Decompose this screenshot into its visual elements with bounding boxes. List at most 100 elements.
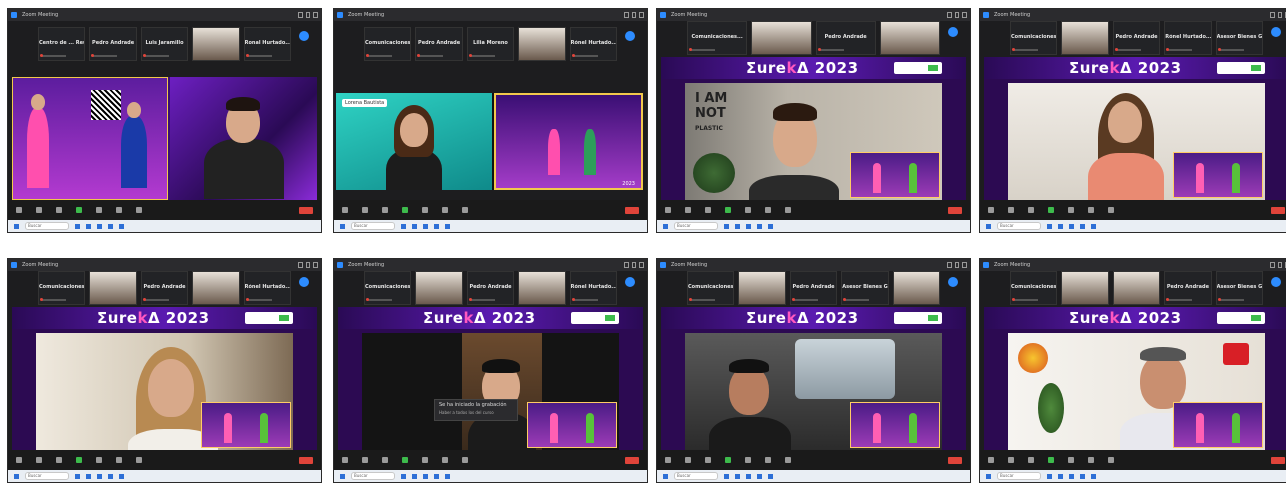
share-screen-icon[interactable] bbox=[1048, 207, 1054, 213]
end-meeting-button[interactable] bbox=[625, 206, 639, 214]
participant-video-thumb[interactable] bbox=[518, 271, 566, 305]
taskbar-search[interactable]: Buscar bbox=[351, 222, 395, 230]
participant-tile[interactable]: Rónel Hurtado... bbox=[569, 27, 618, 61]
participant-tile[interactable]: Comunicaciones... bbox=[1010, 271, 1058, 305]
participants-icon[interactable] bbox=[1028, 457, 1034, 463]
apps-icon[interactable] bbox=[1108, 457, 1114, 463]
share-screen-icon[interactable] bbox=[402, 207, 408, 213]
recording-notification[interactable]: Se ha iniciado la grabación Haber a todo… bbox=[434, 399, 518, 421]
share-screen-icon[interactable] bbox=[725, 457, 731, 463]
camera-icon[interactable] bbox=[362, 207, 368, 213]
taskbar-search[interactable]: Buscar bbox=[674, 472, 718, 480]
window-controls[interactable] bbox=[947, 12, 968, 18]
chat-icon[interactable] bbox=[745, 207, 751, 213]
participant-tile[interactable]: Rónel Hurtado... bbox=[243, 271, 292, 305]
mic-icon[interactable] bbox=[665, 457, 671, 463]
participant-tile[interactable]: Pedro Andrade bbox=[89, 27, 137, 61]
start-icon[interactable] bbox=[14, 473, 19, 479]
participants-icon[interactable] bbox=[705, 207, 711, 213]
camera-icon[interactable] bbox=[362, 457, 368, 463]
taskbar-search[interactable]: Buscar bbox=[997, 222, 1041, 230]
gallery-next-button[interactable] bbox=[625, 277, 635, 287]
taskbar-search[interactable]: Buscar bbox=[351, 472, 395, 480]
camera-icon[interactable] bbox=[685, 207, 691, 213]
participant-video-thumb[interactable] bbox=[1112, 271, 1161, 305]
participant-video-thumb[interactable] bbox=[89, 271, 137, 305]
participant-video-thumb[interactable] bbox=[518, 27, 566, 61]
participant-video-thumb[interactable] bbox=[415, 271, 463, 305]
start-icon[interactable] bbox=[14, 223, 19, 229]
participants-icon[interactable] bbox=[56, 207, 62, 213]
participant-tile[interactable]: Comunicaciones... bbox=[1010, 21, 1058, 55]
participant-tile[interactable]: Pedro Andrade bbox=[815, 21, 876, 55]
participant-tile[interactable]: Pedro Andrade bbox=[415, 27, 463, 61]
reactions-icon[interactable] bbox=[116, 457, 122, 463]
participant-tile[interactable]: Comunicaciones... bbox=[364, 271, 412, 305]
participant-tile[interactable]: Pedro Andrade bbox=[1112, 21, 1161, 55]
reactions-icon[interactable] bbox=[1088, 207, 1094, 213]
reactions-icon[interactable] bbox=[1088, 457, 1094, 463]
taskbar-search[interactable]: Buscar bbox=[25, 222, 69, 230]
participant-tile[interactable]: Pedro Andrade bbox=[789, 271, 838, 305]
window-controls[interactable] bbox=[947, 262, 968, 268]
participant-tile[interactable]: Lilia Moreno bbox=[466, 27, 515, 61]
end-meeting-button[interactable] bbox=[299, 456, 313, 464]
taskbar-search[interactable]: Buscar bbox=[25, 472, 69, 480]
gallery-next-button[interactable] bbox=[1271, 27, 1281, 37]
mic-icon[interactable] bbox=[342, 207, 348, 213]
apps-icon[interactable] bbox=[136, 457, 142, 463]
reactions-icon[interactable] bbox=[765, 207, 771, 213]
start-icon[interactable] bbox=[663, 223, 668, 229]
share-screen-icon[interactable] bbox=[76, 207, 82, 213]
participant-tile[interactable]: Asesor Bienes G... bbox=[841, 271, 889, 305]
gallery-next-button[interactable] bbox=[948, 277, 958, 287]
start-icon[interactable] bbox=[340, 473, 345, 479]
camera-icon[interactable] bbox=[1008, 207, 1014, 213]
participant-tile[interactable]: Comunicaciones... bbox=[687, 21, 748, 55]
participant-tile[interactable]: Luis Jaramillo bbox=[140, 27, 189, 61]
end-meeting-button[interactable] bbox=[948, 456, 962, 464]
apps-icon[interactable] bbox=[136, 207, 142, 213]
window-controls[interactable] bbox=[1270, 262, 1286, 268]
share-screen-icon[interactable] bbox=[1048, 457, 1054, 463]
end-meeting-button[interactable] bbox=[299, 206, 313, 214]
end-meeting-button[interactable] bbox=[948, 206, 962, 214]
participant-tile[interactable]: Ronal Hurtado... bbox=[243, 27, 292, 61]
participant-tile[interactable]: Rónel Hurtado... bbox=[1164, 21, 1212, 55]
participant-tile[interactable]: Comunicaciones... bbox=[38, 271, 86, 305]
window-controls[interactable] bbox=[298, 262, 319, 268]
participants-icon[interactable] bbox=[382, 457, 388, 463]
camera-icon[interactable] bbox=[1008, 457, 1014, 463]
gallery-next-button[interactable] bbox=[625, 31, 635, 41]
window-controls[interactable] bbox=[298, 12, 319, 18]
apps-icon[interactable] bbox=[785, 207, 791, 213]
end-meeting-button[interactable] bbox=[1271, 456, 1285, 464]
participant-tile[interactable]: Pedro Andrade bbox=[140, 271, 189, 305]
participant-video-thumb[interactable] bbox=[892, 271, 941, 305]
participants-icon[interactable] bbox=[56, 457, 62, 463]
chat-icon[interactable] bbox=[745, 457, 751, 463]
taskbar-search[interactable]: Buscar bbox=[997, 472, 1041, 480]
share-screen-icon[interactable] bbox=[725, 207, 731, 213]
mic-icon[interactable] bbox=[16, 207, 22, 213]
participants-icon[interactable] bbox=[705, 457, 711, 463]
participant-video-thumb[interactable] bbox=[751, 21, 812, 55]
mic-icon[interactable] bbox=[665, 207, 671, 213]
chat-icon[interactable] bbox=[422, 207, 428, 213]
participant-tile[interactable]: Pedro Andrade bbox=[466, 271, 515, 305]
mic-icon[interactable] bbox=[342, 457, 348, 463]
start-icon[interactable] bbox=[663, 473, 668, 479]
chat-icon[interactable] bbox=[422, 457, 428, 463]
mic-icon[interactable] bbox=[988, 457, 994, 463]
participant-video-thumb[interactable] bbox=[1061, 271, 1109, 305]
camera-icon[interactable] bbox=[36, 457, 42, 463]
participant-tile[interactable]: Centro de ... Reunión bbox=[38, 27, 86, 61]
window-controls[interactable] bbox=[1270, 12, 1286, 18]
camera-icon[interactable] bbox=[36, 207, 42, 213]
end-meeting-button[interactable] bbox=[1271, 206, 1285, 214]
gallery-next-button[interactable] bbox=[1271, 277, 1281, 287]
start-icon[interactable] bbox=[986, 473, 991, 479]
start-icon[interactable] bbox=[340, 223, 345, 229]
share-screen-icon[interactable] bbox=[76, 457, 82, 463]
apps-icon[interactable] bbox=[785, 457, 791, 463]
